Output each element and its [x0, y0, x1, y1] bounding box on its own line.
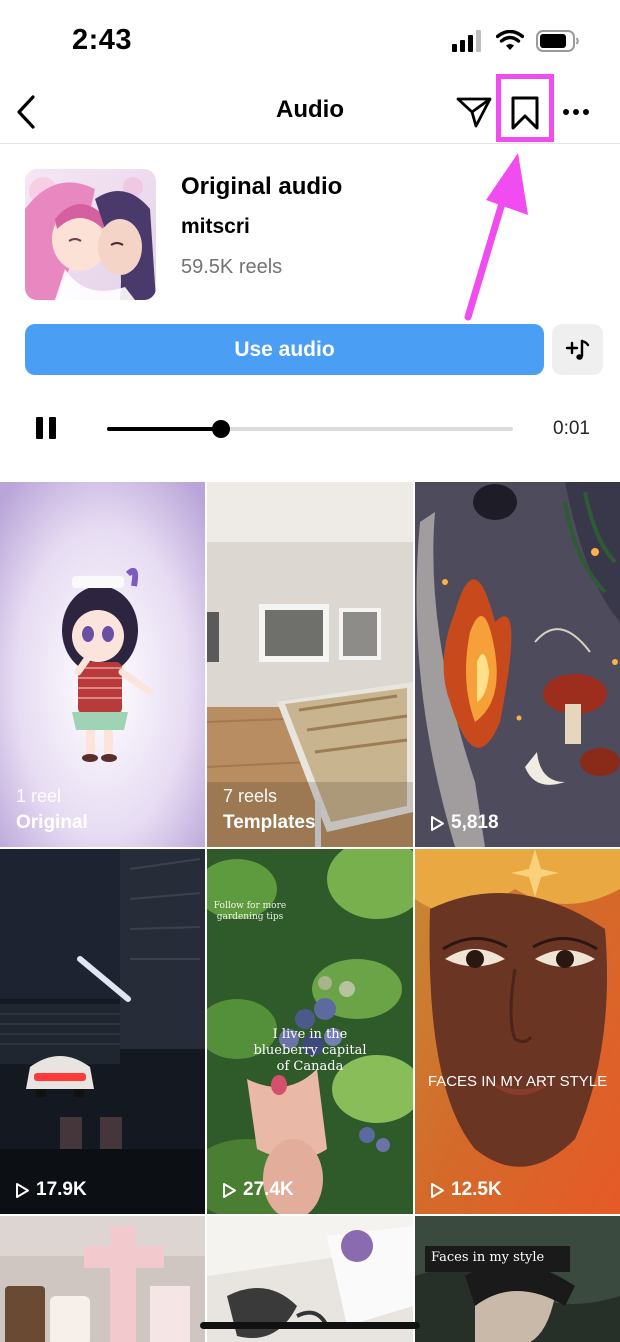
status-bar: 2:43	[0, 0, 620, 80]
share-button[interactable]	[454, 92, 494, 132]
annotation-arrow-icon	[464, 153, 528, 321]
status-icons	[452, 30, 580, 52]
tile-label: Original	[16, 812, 88, 833]
status-time: 2:43	[72, 24, 133, 56]
reel-tile[interactable]: Faces in my style	[415, 1216, 620, 1342]
tile-label: Templates	[223, 812, 316, 833]
reel-tile[interactable]: 17.9K	[0, 849, 205, 1214]
reel-tile-original[interactable]: 1 reel Original	[0, 482, 205, 847]
battery-icon	[536, 30, 579, 52]
play-icon	[16, 1182, 29, 1198]
wifi-icon	[496, 30, 524, 50]
tile-play-count: 12.5K	[430, 1179, 502, 1201]
more-horizontal-icon	[563, 109, 589, 115]
play-icon	[431, 1182, 444, 1198]
tile-overlay-text: FACES IN MY ART STYLE	[427, 1073, 608, 1090]
tile-reel-count: 1 reel	[16, 786, 62, 806]
reel-tile[interactable]: 5,818	[415, 482, 620, 847]
tile-overlay-text: I live in the blueberry capital of Canad…	[253, 1027, 367, 1074]
send-icon	[456, 97, 492, 128]
more-options-button[interactable]	[558, 94, 594, 130]
reel-tile-templates[interactable]: 7 reels Templates	[207, 482, 413, 847]
tile-play-count: 17.9K	[15, 1179, 87, 1201]
tile-play-count: 5,818	[430, 812, 499, 834]
reels-grid: 1 reel Original 7 reels Templates 5,818 …	[0, 482, 620, 1342]
reel-tile[interactable]: FACES IN MY ART STYLE 12.5K	[415, 849, 620, 1214]
tile-play-count: 27.4K	[222, 1179, 294, 1201]
progress-fill	[107, 427, 221, 431]
audio-title: Original audio	[181, 173, 343, 200]
reel-tile[interactable]: Follow for more gardening tips I live in…	[207, 849, 413, 1214]
audio-reel-count: 59.5K reels	[181, 256, 283, 278]
add-music-icon	[565, 339, 589, 360]
play-icon	[431, 815, 444, 831]
reel-tile[interactable]	[0, 1216, 205, 1342]
elapsed-time: 0:01	[553, 418, 590, 439]
tile-reel-count: 7 reels	[223, 786, 278, 806]
pause-button[interactable]	[36, 417, 60, 441]
signal-icon	[452, 30, 481, 52]
home-indicator	[200, 1322, 420, 1329]
play-icon	[223, 1182, 236, 1198]
bookmark-highlight-box	[496, 74, 554, 142]
tile-overlay-small-text: Follow for more gardening tips	[213, 901, 287, 922]
tile-overlay-text: Faces in my style	[431, 1250, 545, 1265]
progress-knob[interactable]	[211, 420, 230, 438]
audio-progress-slider[interactable]	[107, 420, 513, 438]
audio-cover-art	[25, 169, 156, 300]
pause-icon	[36, 417, 43, 439]
audio-artist-link[interactable]: mitscri	[181, 215, 250, 239]
use-audio-button[interactable]: Use audio	[25, 324, 544, 375]
add-to-music-button[interactable]	[552, 324, 603, 375]
